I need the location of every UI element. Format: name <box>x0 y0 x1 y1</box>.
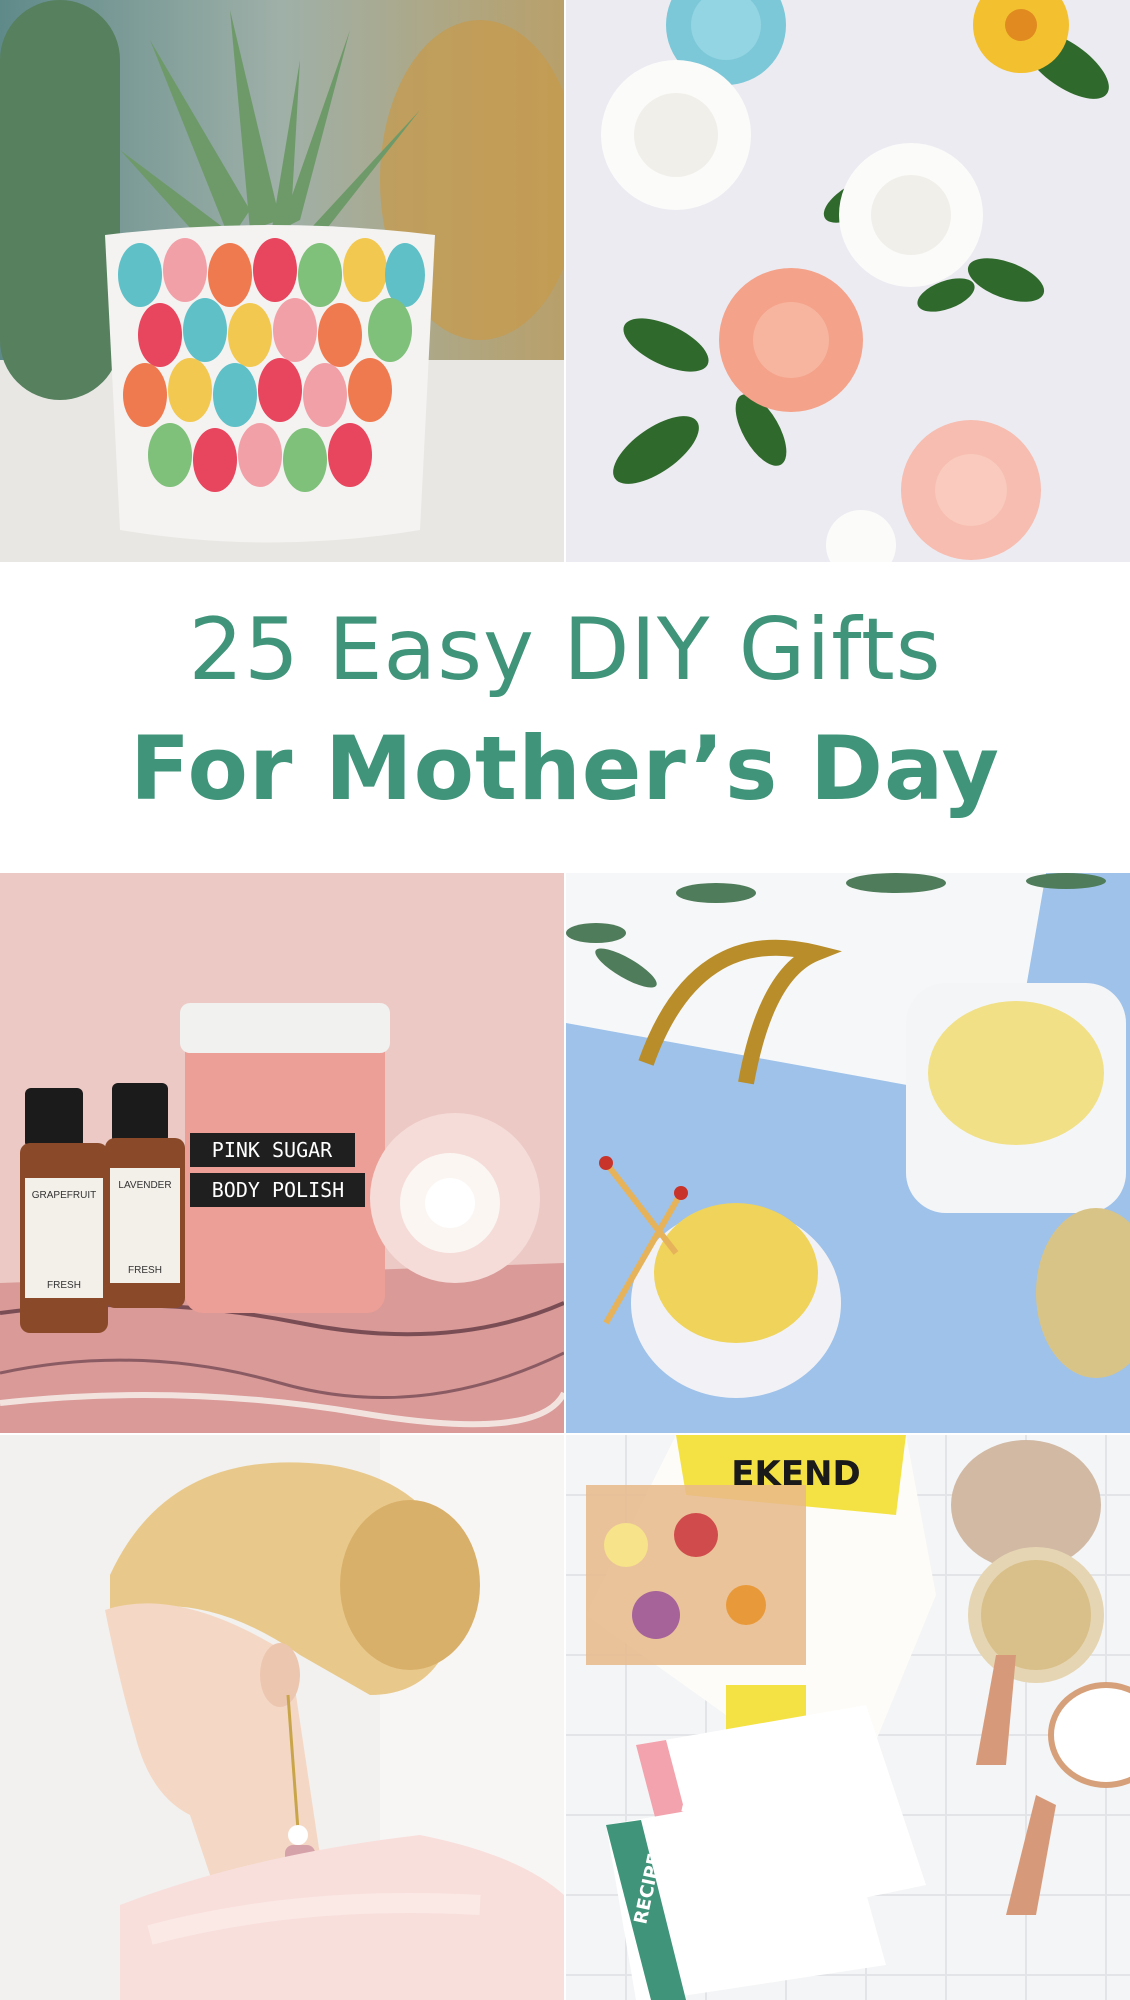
body-polish-jar-photo: PINK SUGAR BODY POLISH GRAPEFRUIT FRESH … <box>0 873 564 1433</box>
bottle-2-sub: FRESH <box>128 1265 162 1276</box>
jar-label-line-2: BODY POLISH <box>212 1178 344 1202</box>
bottle-1-label: GRAPEFRUIT <box>32 1190 96 1201</box>
painted-clay-planter-photo <box>0 0 564 562</box>
bottle-1-sub: FRESH <box>47 1280 81 1291</box>
jar-label-line-1: PINK SUGAR <box>212 1138 333 1162</box>
title-banner: 25 Easy DIY Gifts For Mother’s Day <box>0 562 1130 873</box>
recipe-card-photo: EKEND RECIPE RECIPE <box>566 1435 1130 2000</box>
title-line-1: 25 Easy DIY Gifts <box>188 600 942 700</box>
candle-photo <box>566 873 1130 1433</box>
flower-soap-photo <box>566 0 1130 562</box>
bottle-2-label: LAVENDER <box>118 1180 171 1191</box>
woman-earring-photo <box>0 1435 564 2000</box>
title-line-2: For Mother’s Day <box>129 717 1001 820</box>
